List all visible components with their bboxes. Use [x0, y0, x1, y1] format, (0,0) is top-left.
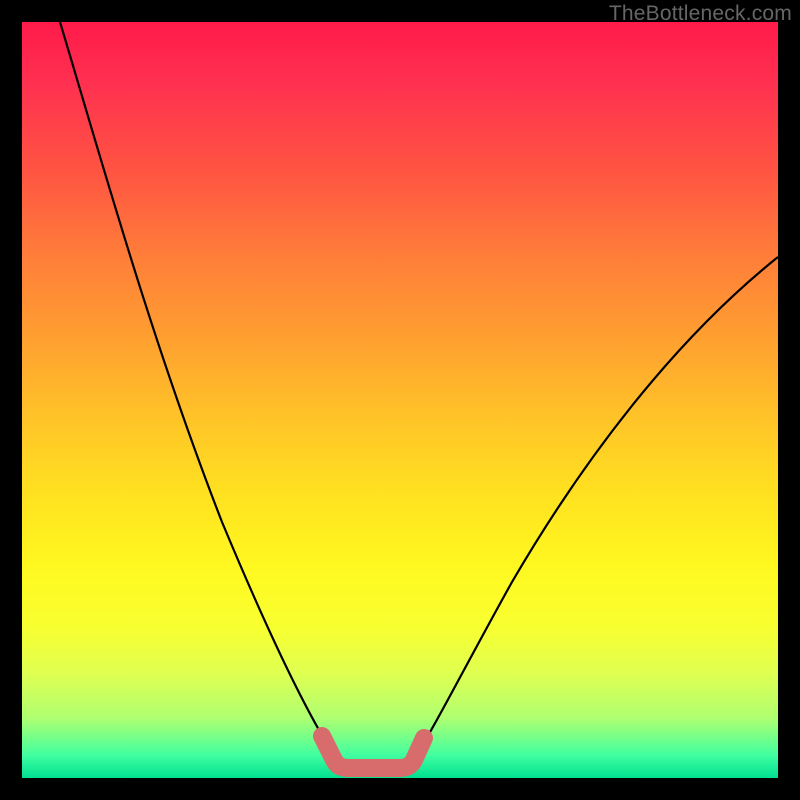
bottleneck-chart: TheBottleneck.com [0, 0, 800, 800]
right-curve [412, 257, 778, 762]
left-curve [60, 22, 340, 762]
optimal-zone-highlight [322, 736, 424, 768]
plot-area [22, 22, 778, 778]
watermark-text: TheBottleneck.com [609, 2, 792, 26]
curve-svg [22, 22, 778, 778]
